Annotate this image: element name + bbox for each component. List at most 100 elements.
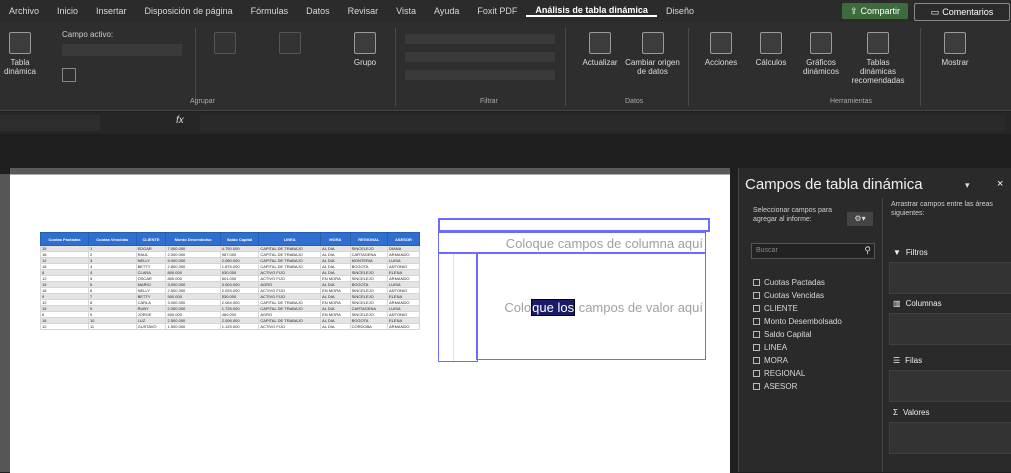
tab-inicio[interactable]: Inicio: [48, 6, 87, 16]
checkbox[interactable]: [753, 383, 760, 390]
separator: [688, 28, 689, 106]
share-button[interactable]: ⇪ Compartir: [842, 3, 908, 19]
checkbox[interactable]: [753, 279, 760, 286]
table-cell[interactable]: 1.500.000: [165, 323, 221, 330]
fx-icon[interactable]: fx: [176, 115, 184, 126]
checkbox[interactable]: [753, 292, 760, 299]
pane-options-icon[interactable]: ▾: [965, 180, 970, 191]
table-cell[interactable]: GUSTAVO: [135, 323, 167, 330]
tab-diseno[interactable]: Diseño: [657, 6, 703, 16]
name-box[interactable]: [0, 115, 100, 131]
pivot-filter-area[interactable]: [438, 218, 710, 232]
field-item[interactable]: MORA: [753, 354, 842, 367]
tab-foxit[interactable]: Foxit PDF: [468, 6, 526, 16]
rows-drop-box[interactable]: [889, 370, 1011, 402]
tab-vista[interactable]: Vista: [387, 6, 425, 16]
pivot-row-drop-area[interactable]: [438, 253, 478, 362]
field-item[interactable]: REGIONAL: [753, 367, 842, 380]
checkbox[interactable]: [753, 344, 760, 351]
formula-bar: fx: [0, 112, 1011, 135]
columns-label: Columnas: [905, 299, 942, 308]
tab-ayuda[interactable]: Ayuda: [425, 6, 468, 16]
columns-drop-box[interactable]: [889, 313, 1011, 345]
separator: [920, 28, 921, 106]
field-item[interactable]: Monto Desembolsado: [753, 315, 842, 328]
field-item[interactable]: Cuotas Vencidas: [753, 289, 842, 302]
field-search-input[interactable]: Buscar ⚲: [751, 243, 875, 259]
columns-placeholder: Coloque campos de columna aquí: [505, 236, 703, 251]
field-item[interactable]: LINEA: [753, 341, 842, 354]
group-label-filtrar: Filtrar: [480, 98, 498, 105]
tab-revisar[interactable]: Revisar: [339, 6, 388, 16]
checkbox[interactable]: [753, 357, 760, 364]
graficos-button[interactable]: Gráficos dinámicos: [796, 32, 846, 76]
table-cell[interactable]: AL DIA: [320, 323, 351, 330]
calculations-icon: [760, 32, 782, 54]
table-cell[interactable]: 1.125.000: [219, 323, 260, 330]
checkbox[interactable]: [753, 331, 760, 338]
expand-field-button[interactable]: [205, 32, 245, 58]
checkbox[interactable]: [753, 318, 760, 325]
field-label: Cuotas Vencidas: [764, 291, 825, 300]
close-icon[interactable]: ×: [997, 178, 1003, 190]
acciones-button[interactable]: Acciones: [696, 32, 746, 67]
row-headers: [0, 174, 10, 472]
formula-input[interactable]: [200, 115, 1005, 131]
field-item[interactable]: Cuotas Pactadas: [753, 276, 842, 289]
collapse-field-button[interactable]: [270, 32, 310, 58]
checkbox[interactable]: [753, 370, 760, 377]
table-header: Cuotas Vencidas: [87, 232, 137, 246]
values-placeholder-part: Colo: [504, 300, 532, 315]
table-header: Monto Desembolso: [165, 232, 221, 246]
mostrar-button[interactable]: Mostrar: [930, 32, 980, 67]
grupo-button[interactable]: Grupo: [345, 32, 385, 67]
collapse-icon: [279, 32, 301, 54]
tab-analisis-tabla-dinamica[interactable]: Análisis de tabla dinámica: [526, 5, 657, 17]
tabla-dinamica-button[interactable]: Tabla dinámica: [0, 32, 40, 76]
tab-insertar[interactable]: Insertar: [87, 6, 136, 16]
table-header: ASESOR: [387, 232, 420, 246]
group-label-herramientas: Herramientas: [830, 98, 873, 105]
campo-activo-label: Campo activo:: [62, 30, 114, 39]
filter-icon: ▼: [893, 248, 901, 257]
pivot-column-drop-area[interactable]: Coloque campos de columna aquí: [438, 232, 706, 253]
field-list: Cuotas Pactadas Cuotas Vencidas CLIENTE …: [753, 276, 842, 393]
worksheet[interactable]: Cuotas Pactadas Cuotas Vencidas CLIENTE …: [10, 174, 730, 473]
filters-drop-box[interactable]: [889, 262, 1011, 294]
columns-area-label: ▥ Columnas: [893, 299, 942, 308]
campo-activo-input[interactable]: [62, 44, 182, 56]
table-cell[interactable]: 12: [40, 323, 89, 330]
checkbox[interactable]: [753, 305, 760, 312]
comments-button[interactable]: ▭ Comentarios: [914, 3, 1010, 21]
search-placeholder: Buscar: [756, 247, 778, 254]
cambiar-origen-button[interactable]: Cambiar origen de datos: [625, 32, 680, 76]
field-item[interactable]: ASESOR: [753, 380, 842, 393]
tab-disposicion[interactable]: Disposición de página: [136, 6, 242, 16]
search-icon: ⚲: [864, 245, 871, 255]
values-drop-box[interactable]: [889, 422, 1011, 454]
filters-area-label: ▼ Filtros: [893, 248, 928, 257]
actualizar-button[interactable]: Actualizar: [575, 32, 625, 67]
field-item[interactable]: Saldo Capital: [753, 328, 842, 341]
field-settings-icon[interactable]: [62, 68, 76, 82]
calculos-button[interactable]: Cálculos: [746, 32, 796, 67]
filters-label: Filtros: [905, 248, 928, 257]
table-cell[interactable]: ACTIVO FIJO: [258, 323, 322, 330]
layout-gear-icon[interactable]: ⚙▾: [847, 212, 873, 226]
recomendadas-button[interactable]: Tablas dinámicas recomendadas: [848, 32, 908, 85]
pivot-value-drop-area[interactable]: Coloque los campos de valor aquí: [476, 253, 706, 360]
table-cell[interactable]: ARMANDO: [387, 323, 420, 330]
tab-archivo[interactable]: Archivo: [0, 6, 48, 16]
group-icon: [354, 32, 376, 54]
tab-formulas[interactable]: Fórmulas: [242, 6, 298, 16]
table-header: LINEA: [258, 232, 322, 246]
field-label: Cuotas Pactadas: [764, 278, 825, 287]
field-item[interactable]: CLIENTE: [753, 302, 842, 315]
field-label: ASESOR: [764, 382, 798, 391]
table-cell[interactable]: CORDOBA: [349, 323, 389, 330]
calculos-label: Cálculos: [755, 58, 787, 67]
tab-datos[interactable]: Datos: [297, 6, 339, 16]
table-cell[interactable]: 11: [87, 323, 137, 330]
comments-label: Comentarios: [942, 7, 994, 17]
filter-buttons[interactable]: [405, 34, 555, 94]
